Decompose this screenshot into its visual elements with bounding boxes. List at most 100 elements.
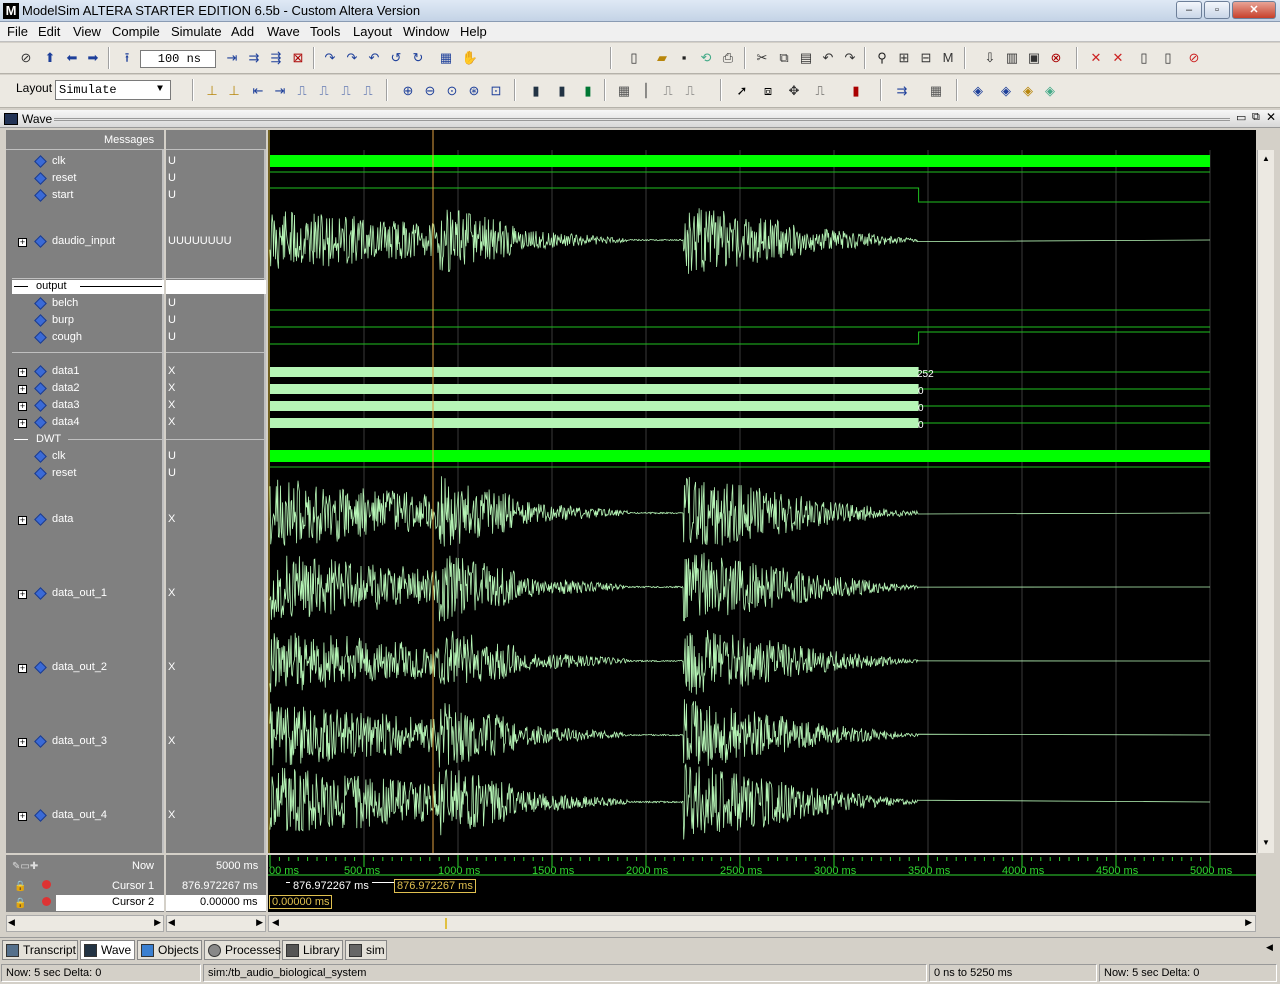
save-icon[interactable]: ▪: [674, 48, 694, 68]
compile-all-icon[interactable]: ▥: [1002, 48, 1022, 68]
delete-breakpoint-icon[interactable]: ✕: [1086, 48, 1106, 68]
signal-start[interactable]: start: [52, 189, 73, 201]
scroll-left-icon[interactable]: ◀: [272, 917, 279, 928]
menu-edit[interactable]: Edit: [38, 24, 60, 39]
time-axis-pane[interactable]: 00 ms 500 ms 1000 ms 1500 ms 2000 ms 2500 ms 3…: [268, 855, 1256, 912]
expand-icon[interactable]: +: [18, 419, 27, 428]
signal-belch[interactable]: belch: [52, 297, 78, 309]
redo-icon[interactable]: ↷: [840, 48, 860, 68]
undo-icon[interactable]: ↶: [818, 48, 838, 68]
menu-add[interactable]: Add: [231, 24, 254, 39]
expand-icon[interactable]: +: [18, 664, 27, 673]
compile-icon[interactable]: ⇩: [980, 48, 1000, 68]
divider-output[interactable]: output: [12, 280, 164, 294]
reload-icon[interactable]: ⟲: [696, 48, 716, 68]
simulate-icon[interactable]: ▣: [1024, 48, 1044, 68]
event-icon[interactable]: ⎍: [680, 81, 700, 101]
step-into-icon[interactable]: ↺: [386, 48, 406, 68]
zoom-in-icon[interactable]: ⊕: [398, 81, 418, 101]
paste-icon[interactable]: ▤: [796, 48, 816, 68]
add-wave-icon[interactable]: ◈: [968, 81, 988, 101]
undock-icon[interactable]: ▭: [1236, 111, 1246, 124]
hierarchy-icon[interactable]: ⊞: [894, 48, 914, 68]
hand-icon[interactable]: ✋: [460, 48, 480, 68]
signal-data-out-3[interactable]: data_out_3: [52, 735, 107, 747]
signal-data4[interactable]: data4: [52, 416, 80, 428]
document-check-icon[interactable]: ▯: [1158, 48, 1178, 68]
step-out-icon[interactable]: ↶: [364, 48, 384, 68]
back-arrow-icon[interactable]: ⬅: [62, 48, 82, 68]
menu-simulate[interactable]: Simulate: [171, 24, 222, 39]
signal-dwt-clk[interactable]: clk: [52, 450, 65, 462]
tab-processes[interactable]: Processes: [204, 940, 281, 960]
cursor-delete-icon[interactable]: ⊥: [224, 81, 244, 101]
tab-sim[interactable]: sim: [345, 940, 387, 960]
select-mode-icon[interactable]: ➚: [732, 81, 752, 101]
tab-transcript[interactable]: Transcript: [2, 940, 78, 960]
cursor-2-row[interactable]: Cursor 2: [56, 895, 164, 911]
scroll-left-icon[interactable]: ◀: [168, 917, 175, 928]
remove-cursor-icon[interactable]: [42, 897, 51, 906]
signal-data1[interactable]: data1: [52, 365, 80, 377]
wave-view-2-icon[interactable]: ▮: [552, 81, 572, 101]
grid-icon[interactable]: ▦: [926, 81, 946, 101]
signal-data-out-4[interactable]: data_out_4: [52, 809, 107, 821]
restore-pane-icon[interactable]: ⧉: [1252, 111, 1260, 124]
signal-daudio-input[interactable]: daudio_input: [52, 235, 115, 247]
menu-help[interactable]: Help: [460, 24, 487, 39]
zoom-full-icon[interactable]: ⊙: [442, 81, 462, 101]
zoom-range-icon[interactable]: ⊡: [486, 81, 506, 101]
step-over-icon[interactable]: ↷: [342, 48, 362, 68]
cursor-add-icon[interactable]: ⊥: [202, 81, 222, 101]
drag-handle[interactable]: [54, 118, 1230, 121]
chevron-down-icon[interactable]: ▼: [152, 81, 168, 99]
wave-hscroll[interactable]: ◀ ▶: [268, 915, 1256, 932]
expand-icon[interactable]: +: [18, 590, 27, 599]
scroll-right-icon[interactable]: ▶: [1245, 917, 1252, 928]
scroll-up-icon[interactable]: ▲: [1259, 152, 1273, 166]
menu-view[interactable]: View: [73, 24, 101, 39]
lock-icon[interactable]: 🔒: [14, 898, 26, 909]
signal-reset[interactable]: reset: [52, 172, 76, 184]
cursor-1-marker[interactable]: 876.972267 ms: [394, 879, 476, 893]
restart-icon[interactable]: ⭱: [117, 48, 137, 68]
collapse-icon[interactable]: ⊟: [916, 48, 936, 68]
new-file-icon[interactable]: ▯: [624, 48, 644, 68]
clear-icon[interactable]: ✕: [1108, 48, 1128, 68]
layout-select[interactable]: Simulate ▼: [55, 80, 171, 100]
print-icon[interactable]: ⎙: [718, 48, 738, 68]
signal-cough[interactable]: cough: [52, 331, 82, 343]
signal-data3[interactable]: data3: [52, 399, 80, 411]
forward-arrow-icon[interactable]: ➡: [83, 48, 103, 68]
continue-run-icon[interactable]: ⇉: [244, 48, 264, 68]
copy-icon[interactable]: ⧉: [774, 48, 794, 68]
values-hscroll[interactable]: ◀ ▶: [166, 915, 266, 932]
vertical-scrollbar[interactable]: ▲ ▼: [1257, 150, 1274, 853]
break-sim-icon[interactable]: ⊗: [1046, 48, 1066, 68]
add-dataflow-icon[interactable]: ◈: [1040, 81, 1060, 101]
scroll-right-icon[interactable]: ▶: [154, 917, 161, 928]
menu-file[interactable]: File: [7, 24, 28, 39]
maximize-button[interactable]: ▫: [1204, 1, 1230, 19]
scroll-down-icon[interactable]: ▼: [1259, 836, 1273, 850]
signal-dwt-reset[interactable]: reset: [52, 467, 76, 479]
find-transition-icon[interactable]: ⎍: [358, 81, 378, 101]
add-log-icon[interactable]: ◈: [1018, 81, 1038, 101]
signal-data-out-1[interactable]: data_out_1: [52, 587, 107, 599]
close-pane-icon[interactable]: ✕: [1266, 110, 1276, 124]
zoom-cursor-icon[interactable]: ⊛: [464, 81, 484, 101]
run-all-icon[interactable]: ⇶: [266, 48, 286, 68]
delta-icon[interactable]: ⎍: [658, 81, 678, 101]
menu-layout[interactable]: Layout: [353, 24, 392, 39]
split-icon[interactable]: ⇉: [892, 81, 912, 101]
expand-icon[interactable]: +: [18, 385, 27, 394]
menu-compile[interactable]: Compile: [112, 24, 160, 39]
waveform-pane[interactable]: 252 0 0 0: [268, 130, 1256, 853]
add-list-icon[interactable]: ◈: [996, 81, 1016, 101]
stop-icon[interactable]: ⊠: [288, 48, 308, 68]
open-folder-icon[interactable]: ▰: [652, 48, 672, 68]
find-edge-icon[interactable]: ⎍: [336, 81, 356, 101]
remove-cursor-icon[interactable]: [42, 880, 51, 889]
tab-library[interactable]: Library: [282, 940, 343, 960]
scroll-left-icon[interactable]: ◀: [8, 917, 15, 928]
